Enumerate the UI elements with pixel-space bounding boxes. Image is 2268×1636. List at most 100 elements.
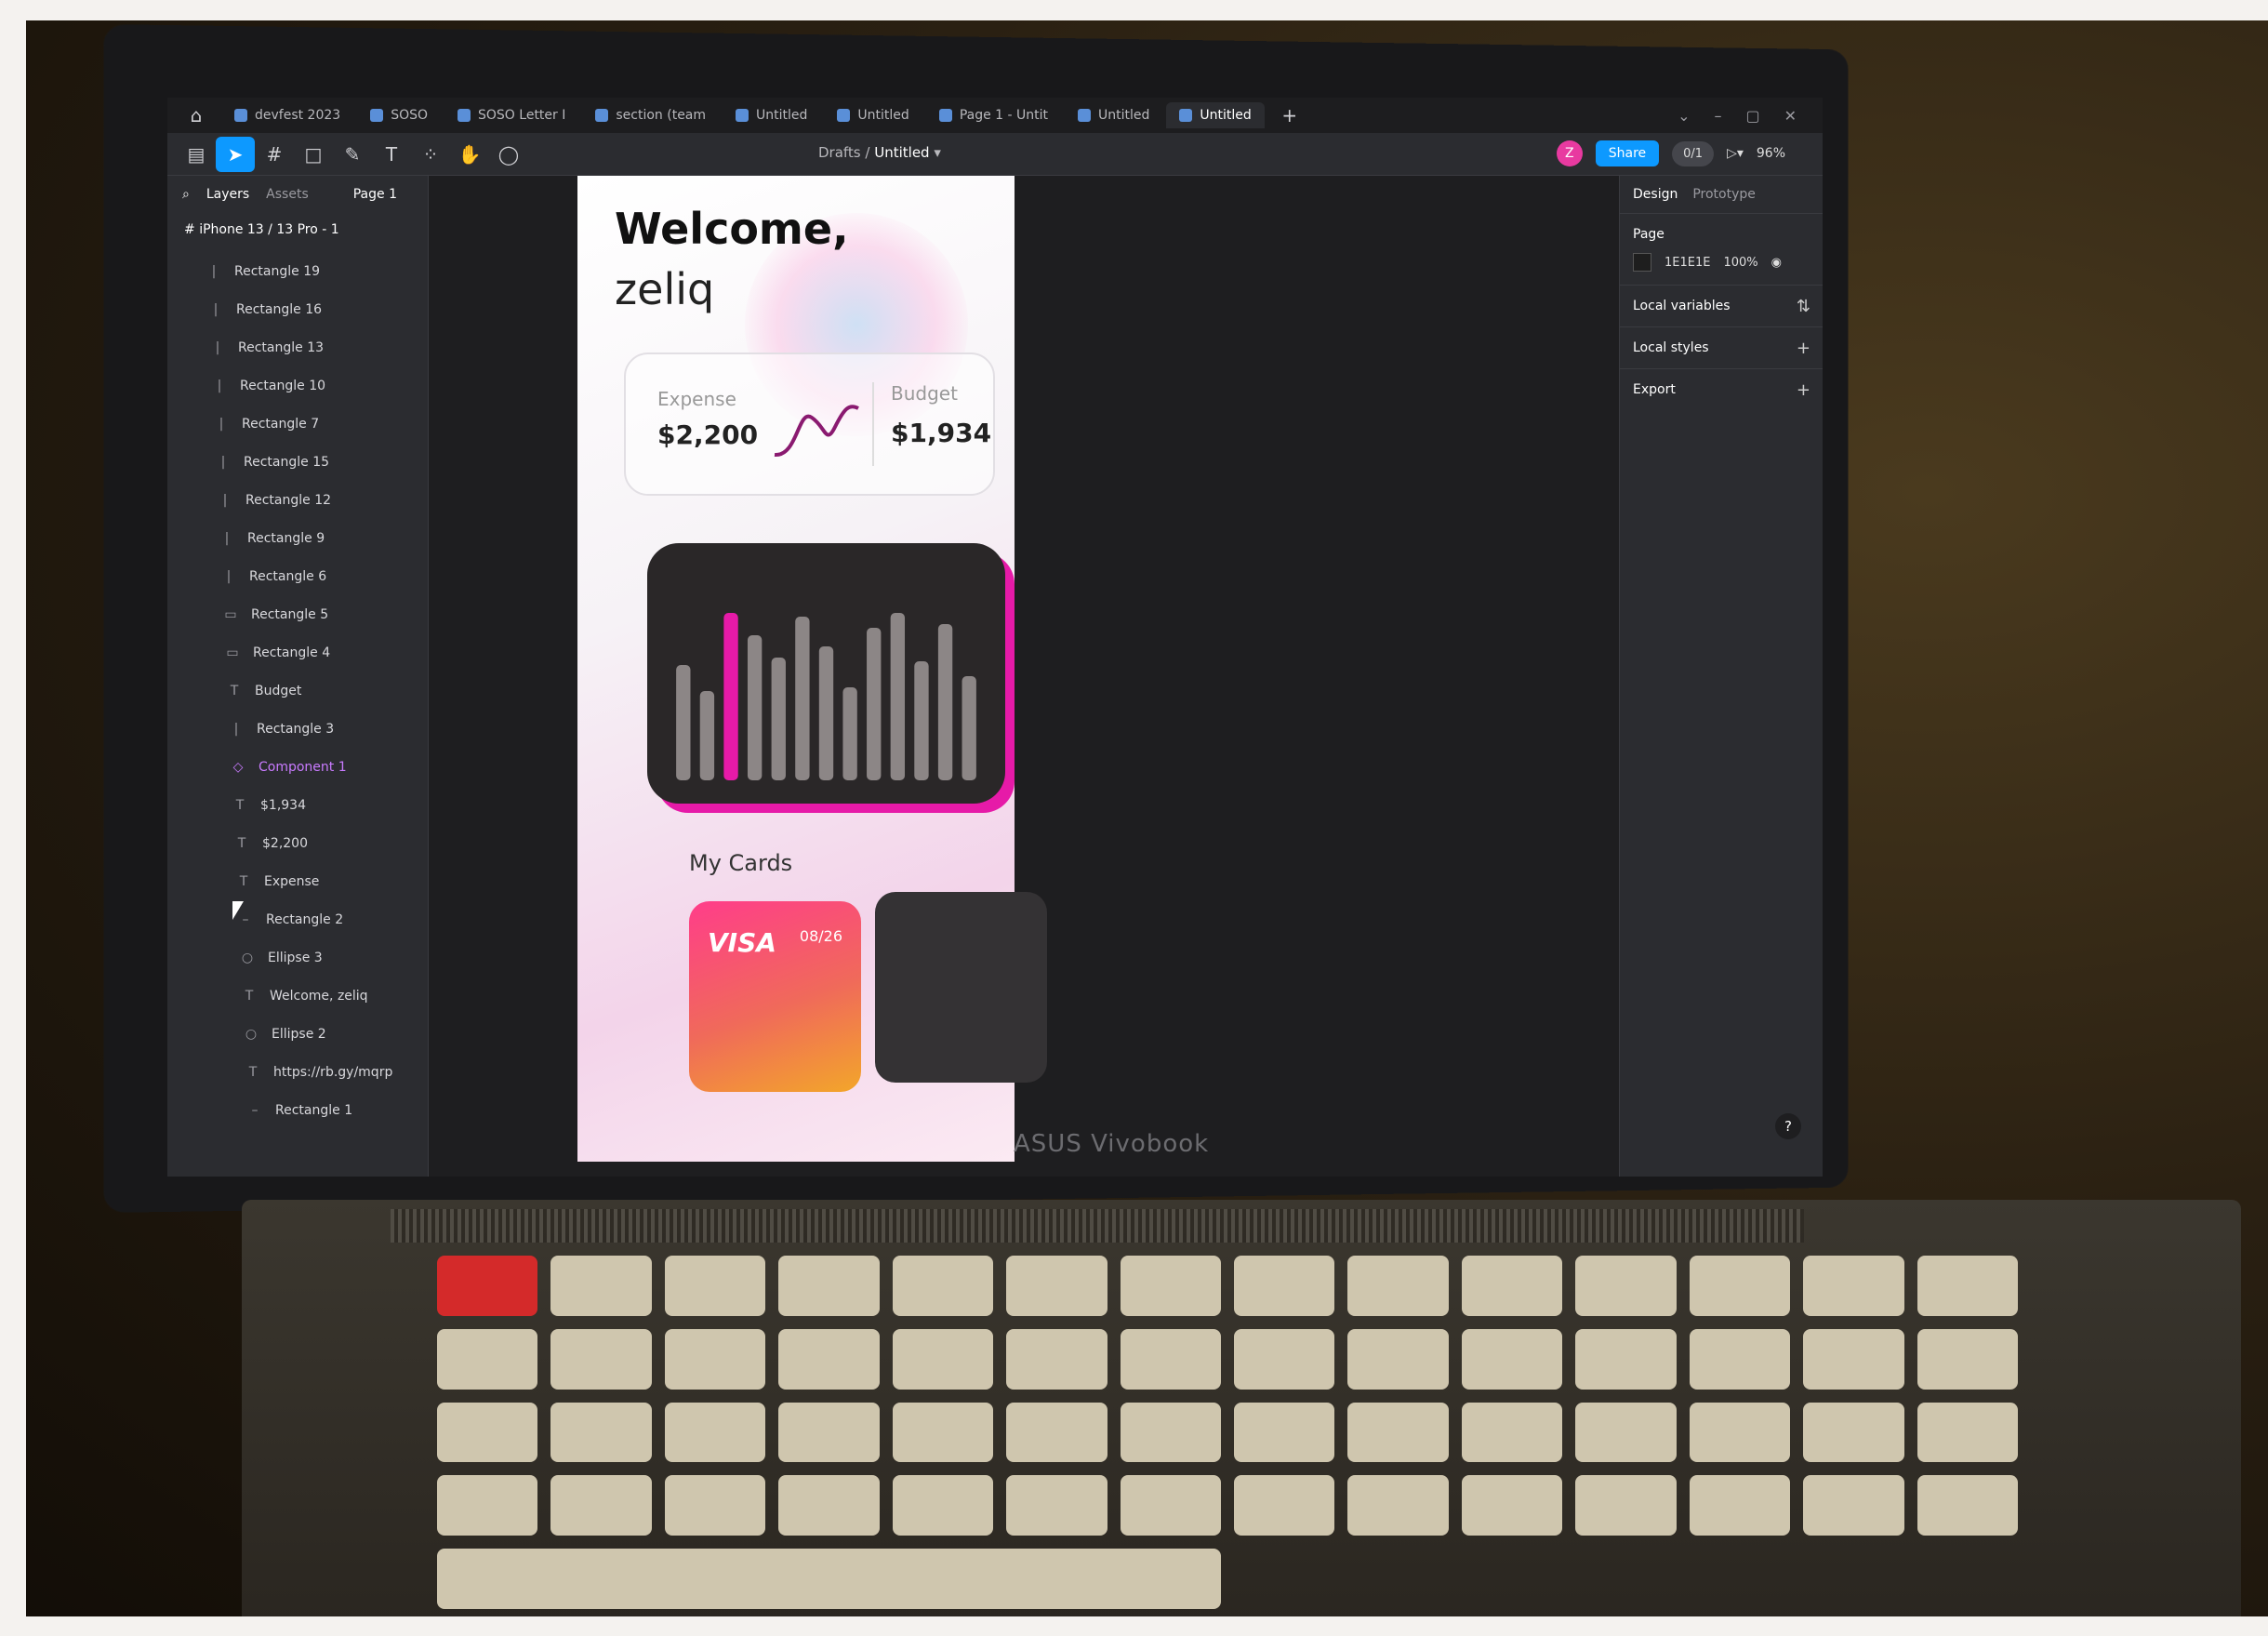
keyboard-key (1575, 1402, 1677, 1463)
tab-file[interactable]: SOSO Letter I (444, 102, 578, 128)
add-style-icon[interactable]: + (1797, 339, 1810, 358)
layer-item[interactable]: T Welcome, zeliq (167, 977, 428, 1015)
variables-icon[interactable]: ⇅ (1797, 297, 1810, 316)
layer-item[interactable]: | Rectangle 16 (167, 290, 428, 328)
maximize-icon[interactable]: ▢ (1745, 107, 1759, 125)
tab-file[interactable]: Untitled (723, 102, 820, 128)
layer-label: Component 1 (259, 759, 347, 775)
tab-file[interactable]: devfest 2023 (221, 102, 353, 128)
layer-item[interactable]: T $2,200 (167, 824, 428, 862)
layer-item[interactable]: | Rectangle 9 (167, 519, 428, 557)
keyboard-key (1234, 1328, 1335, 1390)
frame-layer[interactable]: # iPhone 13 / 13 Pro - 1 (167, 213, 428, 246)
chevron-down-icon[interactable]: ⌄ (1678, 107, 1690, 125)
layer-type-icon: ○ (245, 1026, 258, 1042)
tab-prototype[interactable]: Prototype (1692, 187, 1756, 202)
hand-tool-icon[interactable]: ✋ (450, 137, 489, 172)
tab-file[interactable]: Untitled (1065, 102, 1162, 128)
new-tab-icon[interactable]: + (1270, 98, 1309, 133)
minimize-icon[interactable]: – (1714, 107, 1721, 125)
local-styles-section[interactable]: Local styles + (1620, 326, 1823, 368)
dev-mode-toggle[interactable]: 0/1 (1672, 140, 1715, 166)
layer-item[interactable]: ▭ Rectangle 5 (167, 595, 428, 633)
layer-item[interactable]: | Rectangle 3 (167, 710, 428, 748)
breadcrumb-parent[interactable]: Drafts (818, 144, 861, 161)
layer-item[interactable]: | Rectangle 10 (167, 366, 428, 405)
visa-card[interactable]: VISA 08/26 (689, 901, 861, 1092)
layer-item[interactable]: – Rectangle 1 (167, 1091, 428, 1129)
layer-label: Rectangle 13 (238, 339, 325, 355)
page-color-value[interactable]: 1E1E1E (1665, 256, 1710, 270)
zoom-level[interactable]: 96% (1757, 146, 1785, 161)
secondary-card[interactable] (875, 892, 1047, 1083)
tab-file[interactable]: Untitled (1166, 102, 1265, 128)
close-icon[interactable]: ✕ (1784, 107, 1797, 125)
layer-item[interactable]: | Rectangle 12 (167, 481, 428, 519)
page-color-swatch[interactable] (1633, 253, 1651, 272)
resources-icon[interactable]: ⁘ (411, 137, 450, 172)
export-section[interactable]: Export + (1620, 368, 1823, 410)
canvas[interactable]: Welcome, zeliq Expense $2,200 Budget $1,… (429, 176, 1619, 1177)
present-icon[interactable]: ▷▾ (1727, 146, 1744, 161)
page-selector[interactable]: Page 1 (353, 187, 397, 202)
figma-file-icon (458, 109, 471, 122)
laptop-brand: ASUS Vivobook (1014, 1130, 1210, 1158)
page-fill-row[interactable]: 1E1E1E 100% ◉ (1633, 253, 1810, 272)
photo-border-top (0, 0, 2268, 20)
shape-tool-icon[interactable]: □ (294, 137, 333, 172)
tab-layers[interactable]: Layers (206, 187, 249, 202)
search-icon[interactable]: ⌕ (182, 187, 190, 202)
page-section: Page 1E1E1E 100% ◉ (1620, 213, 1823, 285)
home-icon[interactable]: ⌂ (177, 98, 216, 133)
tab-design[interactable]: Design (1633, 187, 1678, 202)
share-button[interactable]: Share (1595, 140, 1660, 166)
keyboard-key (778, 1328, 880, 1390)
comment-tool-icon[interactable]: ◯ (489, 137, 528, 172)
help-button[interactable]: ? (1775, 1113, 1801, 1139)
text-tool-icon[interactable]: T (372, 137, 411, 172)
toolbar-right: Z Share 0/1 ▷▾ 96% (1556, 140, 1785, 166)
layer-item[interactable]: Thttps://rb.gy/mqrp (167, 1053, 428, 1091)
layer-item[interactable]: | Rectangle 15 (167, 443, 428, 481)
eye-icon[interactable]: ◉ (1771, 256, 1782, 270)
phone-frame[interactable]: Welcome, zeliq Expense $2,200 Budget $1,… (577, 176, 1047, 1162)
page-opacity-value[interactable]: 100% (1723, 256, 1757, 270)
keyboard-key (1803, 1256, 1904, 1316)
layer-item[interactable]: ◇ Component 1 (167, 748, 428, 786)
budget-value: $1,934 (891, 418, 992, 448)
layer-item[interactable]: ▭ Rectangle 4 (167, 633, 428, 672)
local-variables-section[interactable]: Local variables ⇅ (1620, 285, 1823, 326)
chevron-down-icon[interactable]: ▾ (934, 144, 941, 161)
layer-item[interactable]: T $1,934 (167, 786, 428, 824)
keyboard-key (1689, 1328, 1791, 1390)
layer-label: Rectangle 9 (247, 530, 325, 546)
pen-tool-icon[interactable]: ✎ (333, 137, 372, 172)
layer-item[interactable]: | Rectangle 19 (167, 252, 428, 290)
layer-item[interactable]: T Budget (167, 672, 428, 710)
keyboard-key (1347, 1256, 1449, 1316)
design-panel: Design Prototype Page 1E1E1E 100% ◉ Loca… (1619, 176, 1823, 1177)
breadcrumb[interactable]: Drafts / Untitled ▾ (818, 144, 941, 161)
layer-item[interactable]: ○ Ellipse 2 (167, 1015, 428, 1053)
add-export-icon[interactable]: + (1797, 380, 1810, 400)
tab-file[interactable]: section (team (582, 102, 719, 128)
layer-item[interactable]: | Rectangle 7 (167, 405, 428, 443)
breadcrumb-current[interactable]: Untitled (874, 144, 929, 161)
layer-item[interactable]: ○ Ellipse 3 (167, 938, 428, 977)
avatar[interactable]: Z (1556, 140, 1583, 166)
figma-file-icon (595, 109, 609, 122)
frame-tool-icon[interactable]: # (255, 137, 294, 172)
tab-file[interactable]: SOSO (357, 102, 441, 128)
keyboard-key (892, 1475, 994, 1536)
layer-item[interactable]: | Rectangle 13 (167, 328, 428, 366)
layer-item[interactable]: – Rectangle 2 (167, 900, 428, 938)
main-menu-icon[interactable]: ▤ (177, 137, 216, 172)
move-tool-icon[interactable]: ➤ (216, 136, 255, 172)
layer-label: Rectangle 19 (234, 263, 321, 279)
layer-item[interactable]: | Rectangle 6 (167, 557, 428, 595)
tab-file[interactable]: Untitled (824, 102, 922, 128)
tab-file[interactable]: Page 1 - Untit (926, 102, 1061, 128)
tab-assets[interactable]: Assets (266, 187, 309, 202)
layer-item[interactable]: T Expense (167, 862, 428, 900)
photo-border-bottom (0, 1616, 2268, 1636)
